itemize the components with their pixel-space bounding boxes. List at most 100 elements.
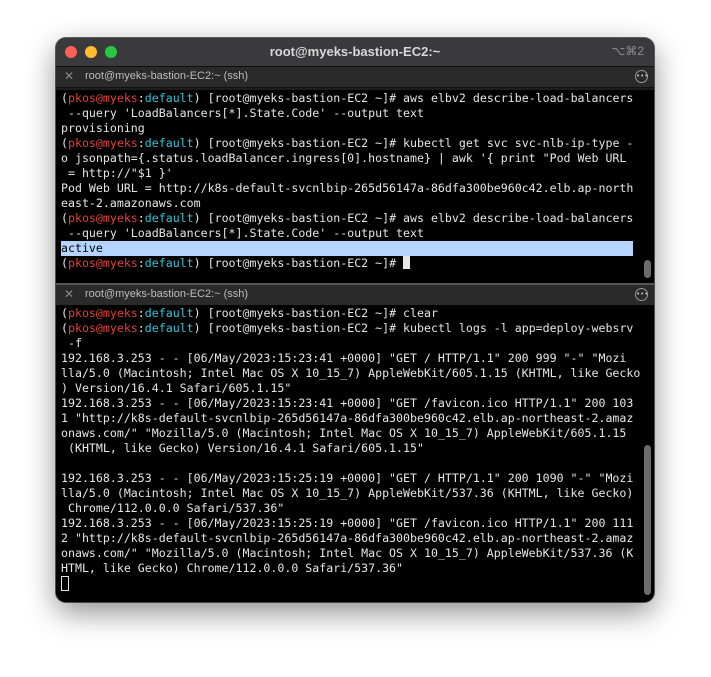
terminal-output-bottom: (pkos@myeks:default) [root@myeks-bastion… <box>61 306 640 591</box>
terminal-output-top: (pkos@myeks:default) [root@myeks-bastion… <box>61 91 640 271</box>
prompt-paren: ( <box>61 136 68 150</box>
output-text: 2 "http://k8s-default-svcnlbip-265d56147… <box>61 531 634 545</box>
pane-tab-title: root@myeks-bastion-EC2:~ (ssh) <box>85 70 249 82</box>
prompt-colon: : <box>137 211 145 225</box>
output-text: HTML, like Gecko) Chrome/112.0.0.0 Safar… <box>61 561 404 575</box>
output-text: onaws.com/" "Mozilla/5.0 (Macintosh; Int… <box>61 426 627 440</box>
prompt-paren: ( <box>61 256 68 270</box>
prompt-colon: : <box>137 91 145 105</box>
terminal-line: onaws.com/" "Mozilla/5.0 (Macintosh; Int… <box>61 426 640 441</box>
terminal-line: lla/5.0 (Macintosh; Intel Mac OS X 10_15… <box>61 366 640 381</box>
command-text: ) [root@myeks-bastion-EC2 ~]# aws elbv2 … <box>193 91 634 105</box>
text-cursor <box>403 256 411 269</box>
prompt-at: @ <box>95 321 103 335</box>
pane-tab-title: root@myeks-bastion-EC2:~ (ssh) <box>85 288 249 300</box>
terminal-line: 192.168.3.253 - - [06/May/2023:15:25:19 … <box>61 516 640 531</box>
command-text: ) [root@myeks-bastion-EC2 ~]# kubectl ge… <box>193 136 634 150</box>
close-icon[interactable]: ✕ <box>64 69 74 83</box>
scrollbar-bottom[interactable] <box>644 445 651 595</box>
prompt-context: default <box>144 136 194 150</box>
window-title: root@myeks-bastion-EC2:~ <box>269 44 441 59</box>
terminal-line: -f <box>61 336 640 351</box>
prompt-colon: : <box>137 306 145 320</box>
command-text: ) [root@myeks-bastion-EC2 ~]# clear <box>193 306 438 320</box>
terminal-line: (pkos@myeks:default) [root@myeks-bastion… <box>61 91 640 106</box>
title-bar[interactable]: root@myeks-bastion-EC2:~ ⌥⌘2 <box>56 38 654 67</box>
terminal-pane-top[interactable]: (pkos@myeks:default) [root@myeks-bastion… <box>56 90 654 283</box>
output-text: onaws.com/" "Mozilla/5.0 (Macintosh; Int… <box>61 546 634 560</box>
prompt-paren: ( <box>61 91 68 105</box>
prompt-paren: ( <box>61 306 68 320</box>
prompt-host: myeks <box>102 256 138 270</box>
text-cursor <box>61 576 69 591</box>
terminal-line: active <box>61 241 640 256</box>
output-text: --query 'LoadBalancers[*].State.Code' --… <box>61 106 424 120</box>
pane-tab-bottom[interactable]: ✕ root@myeks-bastion-EC2:~ (ssh) ••• <box>56 285 654 306</box>
terminal-line: Chrome/112.0.0.0 Safari/537.36" <box>61 501 640 516</box>
output-text: provisioning <box>61 121 145 135</box>
prompt-colon: : <box>137 321 145 335</box>
output-text: -f <box>61 336 82 350</box>
prompt-user: pkos <box>67 256 96 270</box>
prompt-colon: : <box>137 136 145 150</box>
terminal-line: (pkos@myeks:default) [root@myeks-bastion… <box>61 306 640 321</box>
output-text: Chrome/112.0.0.0 Safari/537.36" <box>61 501 285 515</box>
terminal-line: (KHTML, like Gecko) Version/16.4.1 Safar… <box>61 441 640 456</box>
prompt-user: pkos <box>67 321 96 335</box>
output-text: (KHTML, like Gecko) Version/16.4.1 Safar… <box>61 441 424 455</box>
output-text: o jsonpath={.status.loadBalancer.ingress… <box>61 151 627 165</box>
output-text: 1 "http://k8s-default-svcnlbip-265d56147… <box>61 411 634 425</box>
output-text: --query 'LoadBalancers[*].State.Code' --… <box>61 226 424 240</box>
terminal-line: onaws.com/" "Mozilla/5.0 (Macintosh; Int… <box>61 546 640 561</box>
scrollbar-top[interactable] <box>644 260 651 278</box>
prompt-user: pkos <box>67 211 96 225</box>
terminal-line: 2 "http://k8s-default-svcnlbip-265d56147… <box>61 531 640 546</box>
prompt-context: default <box>144 306 194 320</box>
prompt-colon: : <box>137 256 145 270</box>
terminal-line: (pkos@myeks:default) [root@myeks-bastion… <box>61 136 640 151</box>
output-text: 192.168.3.253 - - [06/May/2023:15:25:19 … <box>61 516 634 530</box>
terminal-window: root@myeks-bastion-EC2:~ ⌥⌘2 ✕ root@myek… <box>56 38 654 602</box>
terminal-line: o jsonpath={.status.loadBalancer.ingress… <box>61 151 640 166</box>
prompt-user: pkos <box>67 91 96 105</box>
terminal-line: 192.168.3.253 - - [06/May/2023:15:23:41 … <box>61 351 640 366</box>
terminal-pane-bottom[interactable]: (pkos@myeks:default) [root@myeks-bastion… <box>56 305 654 602</box>
command-text: ) [root@myeks-bastion-EC2 ~]# <box>193 256 404 270</box>
terminal-line: provisioning <box>61 121 640 136</box>
prompt-context: default <box>144 321 194 335</box>
close-icon[interactable]: ✕ <box>64 287 74 301</box>
terminal-line: = http://"$1 }' <box>61 166 640 181</box>
prompt-user: pkos <box>67 306 96 320</box>
prompt-host: myeks <box>102 211 138 225</box>
prompt-host: myeks <box>102 136 138 150</box>
pane-tab-top[interactable]: ✕ root@myeks-bastion-EC2:~ (ssh) ••• <box>56 67 654 88</box>
prompt-at: @ <box>95 211 103 225</box>
terminal-line: --query 'LoadBalancers[*].State.Code' --… <box>61 226 640 241</box>
output-text: = http://"$1 }' <box>61 166 173 180</box>
terminal-line <box>61 576 640 591</box>
terminal-line: 1 "http://k8s-default-svcnlbip-265d56147… <box>61 411 640 426</box>
output-text: lla/5.0 (Macintosh; Intel Mac OS X 10_15… <box>61 486 634 500</box>
ellipsis-menu-icon[interactable]: ••• <box>635 288 648 301</box>
terminal-line: ) Version/16.4.1 Safari/605.1.15" <box>61 381 640 396</box>
prompt-host: myeks <box>102 306 138 320</box>
output-text: 192.168.3.253 - - [06/May/2023:15:25:19 … <box>61 471 634 485</box>
prompt-host: myeks <box>102 91 138 105</box>
prompt-context: default <box>144 256 194 270</box>
ellipsis-menu-icon[interactable]: ••• <box>635 70 648 83</box>
window-shortcut: ⌥⌘2 <box>611 44 644 58</box>
terminal-line: HTML, like Gecko) Chrome/112.0.0.0 Safar… <box>61 561 640 576</box>
output-text: lla/5.0 (Macintosh; Intel Mac OS X 10_15… <box>61 366 641 380</box>
output-text: ) Version/16.4.1 Safari/605.1.15" <box>61 381 292 395</box>
selected-output-text: active <box>61 241 633 256</box>
command-text: ) [root@myeks-bastion-EC2 ~]# aws elbv2 … <box>193 211 634 225</box>
terminal-line: 192.168.3.253 - - [06/May/2023:15:25:19 … <box>61 471 640 486</box>
terminal-line: --query 'LoadBalancers[*].State.Code' --… <box>61 106 640 121</box>
prompt-at: @ <box>95 91 103 105</box>
output-text: 192.168.3.253 - - [06/May/2023:15:23:41 … <box>61 396 634 410</box>
prompt-at: @ <box>95 306 103 320</box>
prompt-paren: ( <box>61 321 68 335</box>
terminal-line: (pkos@myeks:default) [root@myeks-bastion… <box>61 321 640 336</box>
prompt-context: default <box>144 91 194 105</box>
